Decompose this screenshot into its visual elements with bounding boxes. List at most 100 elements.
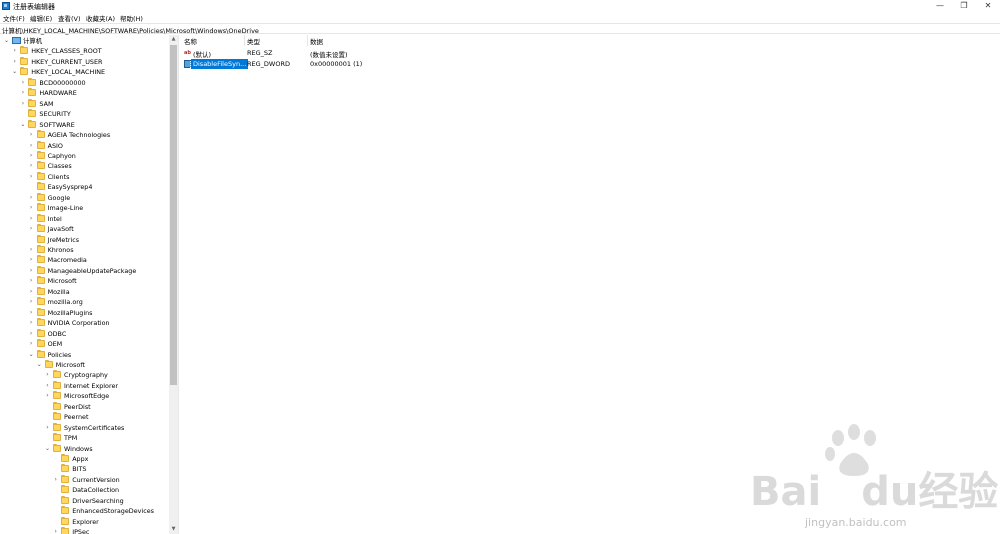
tree-node[interactable]: TPM (0, 433, 168, 443)
column-header-data[interactable]: 数据 (310, 36, 323, 46)
value-row-selected[interactable]: DisableFileSyn... REG_DWORD 0x00000001 (… (182, 58, 582, 70)
tree-node[interactable]: › Clients (0, 171, 168, 182)
tree-node[interactable]: ⌄ HKEY_LOCAL_MACHINE (0, 67, 168, 77)
chevron-right-icon[interactable]: › (28, 308, 35, 318)
chevron-down-icon[interactable]: ⌄ (28, 350, 35, 360)
tree-node[interactable]: › Caphyon (0, 150, 168, 161)
tree-node[interactable]: JreMetrics (0, 234, 168, 245)
tree-node[interactable]: ⌄ 计算机 (0, 36, 168, 46)
chevron-right-icon[interactable]: › (19, 88, 26, 98)
tree-node[interactable]: EasySysprep4 (0, 182, 168, 192)
tree-node[interactable]: › HARDWARE (0, 88, 168, 98)
chevron-down-icon[interactable]: ⌄ (36, 360, 43, 370)
chevron-right-icon[interactable]: › (28, 339, 35, 349)
chevron-down-icon[interactable]: ⌄ (11, 67, 18, 77)
chevron-right-icon[interactable]: › (28, 130, 35, 140)
chevron-right-icon[interactable]: › (28, 193, 35, 203)
tree-node[interactable]: Explorer (0, 516, 168, 527)
minimize-button[interactable]: — (928, 0, 952, 12)
chevron-right-icon[interactable]: › (28, 214, 35, 224)
tree-node[interactable]: › Cryptography (0, 370, 168, 380)
column-header-type[interactable]: 类型 (247, 36, 260, 46)
tree-node[interactable]: › Khronos (0, 245, 168, 255)
chevron-right-icon[interactable]: › (52, 475, 59, 485)
tree-node[interactable]: › Intel (0, 213, 168, 224)
scroll-up-arrow-icon[interactable]: ▲ (169, 35, 178, 44)
chevron-right-icon[interactable]: › (28, 245, 35, 255)
column-header-name[interactable]: 名称 (184, 36, 197, 46)
tree-scrollbar[interactable]: ▲ ▼ (169, 35, 178, 534)
tree-node[interactable]: › ManageableUpdatePackage (0, 265, 168, 276)
chevron-down-icon[interactable]: ⌄ (3, 36, 10, 46)
chevron-right-icon[interactable]: › (11, 46, 18, 56)
tree-node[interactable]: EnhancedStorageDevices (0, 506, 168, 516)
tree-node[interactable]: › Mozilla (0, 286, 168, 297)
menu-favorites[interactable]: 收藏夹(A) (86, 13, 115, 23)
menu-file[interactable]: 文件(F) (3, 13, 25, 23)
tree-node[interactable]: › ODBC (0, 328, 168, 339)
tree-node[interactable]: › Microsoft (0, 276, 168, 286)
chevron-right-icon[interactable]: › (44, 381, 51, 391)
menu-view[interactable]: 查看(V) (58, 13, 81, 23)
value-row[interactable]: ab (默认) REG_SZ (数值未设置) (182, 48, 582, 59)
tree-node[interactable]: › MicrosoftEdge (0, 391, 168, 401)
chevron-right-icon[interactable]: › (19, 99, 26, 109)
tree-node[interactable]: › SAM (0, 98, 168, 109)
chevron-right-icon[interactable]: › (19, 78, 26, 88)
chevron-right-icon[interactable]: › (44, 370, 51, 380)
chevron-right-icon[interactable]: › (44, 423, 51, 433)
column-divider[interactable] (244, 35, 245, 46)
tree-node[interactable]: › ASIO (0, 140, 168, 151)
close-button[interactable]: ✕ (976, 0, 1000, 12)
tree-node[interactable]: DriverSearching (0, 495, 168, 506)
tree-node[interactable]: › Classes (0, 161, 168, 171)
scroll-down-arrow-icon[interactable]: ▼ (169, 525, 178, 534)
tree-node[interactable]: Peernet (0, 412, 168, 422)
tree-node[interactable]: ⌄ Windows (0, 443, 168, 454)
chevron-right-icon[interactable]: › (28, 161, 35, 171)
tree-node[interactable]: › HKEY_CURRENT_USER (0, 56, 168, 67)
tree-node[interactable]: BITS (0, 464, 168, 474)
scroll-thumb[interactable] (170, 45, 177, 385)
tree-node[interactable]: PeerDist (0, 401, 168, 412)
tree-node[interactable]: › Google (0, 192, 168, 203)
tree-node[interactable]: › Image-Line (0, 203, 168, 213)
tree-node[interactable]: ⌄ Microsoft (0, 359, 168, 370)
tree-node[interactable]: SECURITY (0, 109, 168, 119)
chevron-right-icon[interactable]: › (11, 57, 18, 67)
menu-edit[interactable]: 编辑(E) (30, 13, 52, 23)
tree-node[interactable]: › MozillaPlugins (0, 307, 168, 318)
tree-node[interactable]: › NVIDIA Corporation (0, 318, 168, 328)
tree-node[interactable]: › JavaSoft (0, 224, 168, 234)
address-path[interactable]: 计算机\HKEY_LOCAL_MACHINE\SOFTWARE\Policies… (2, 25, 259, 35)
tree-node[interactable]: › AGEIA Technologies (0, 130, 168, 140)
chevron-right-icon[interactable]: › (28, 203, 35, 213)
chevron-right-icon[interactable]: › (28, 141, 35, 151)
tree-node[interactable]: DataCollection (0, 485, 168, 495)
tree-node[interactable]: Appx (0, 454, 168, 464)
chevron-right-icon[interactable]: › (52, 527, 59, 534)
tree-node[interactable]: › Internet Explorer (0, 380, 168, 391)
tree-node[interactable]: ⌄ SOFTWARE (0, 119, 168, 130)
chevron-right-icon[interactable]: › (28, 329, 35, 339)
tree-node[interactable]: › SystemCertificates (0, 422, 168, 433)
tree-node[interactable]: › OEM (0, 339, 168, 349)
chevron-right-icon[interactable]: › (28, 318, 35, 328)
tree-node[interactable]: › HKEY_CLASSES_ROOT (0, 46, 168, 56)
registry-tree[interactable]: ⌄ 计算机 › HKEY_CLASSES_ROOT › HKEY_CURRENT_USER… (0, 35, 178, 534)
chevron-right-icon[interactable]: › (28, 297, 35, 307)
menu-help[interactable]: 帮助(H) (120, 13, 143, 23)
chevron-right-icon[interactable]: › (28, 287, 35, 297)
tree-node[interactable]: › Macromedia (0, 255, 168, 265)
tree-node[interactable]: › CurrentVersion (0, 474, 168, 485)
chevron-right-icon[interactable]: › (28, 151, 35, 161)
address-bar[interactable]: 计算机\HKEY_LOCAL_MACHINE\SOFTWARE\Policies… (0, 23, 1000, 35)
tree-node[interactable]: ⌄ Policies (0, 349, 168, 360)
chevron-right-icon[interactable]: › (28, 255, 35, 265)
chevron-right-icon[interactable]: › (28, 224, 35, 234)
column-divider[interactable] (307, 35, 308, 46)
chevron-down-icon[interactable]: ⌄ (44, 444, 51, 454)
chevron-right-icon[interactable]: › (28, 266, 35, 276)
tree-node[interactable]: › mozilla.org (0, 297, 168, 307)
restore-button[interactable]: ❐ (952, 0, 976, 12)
